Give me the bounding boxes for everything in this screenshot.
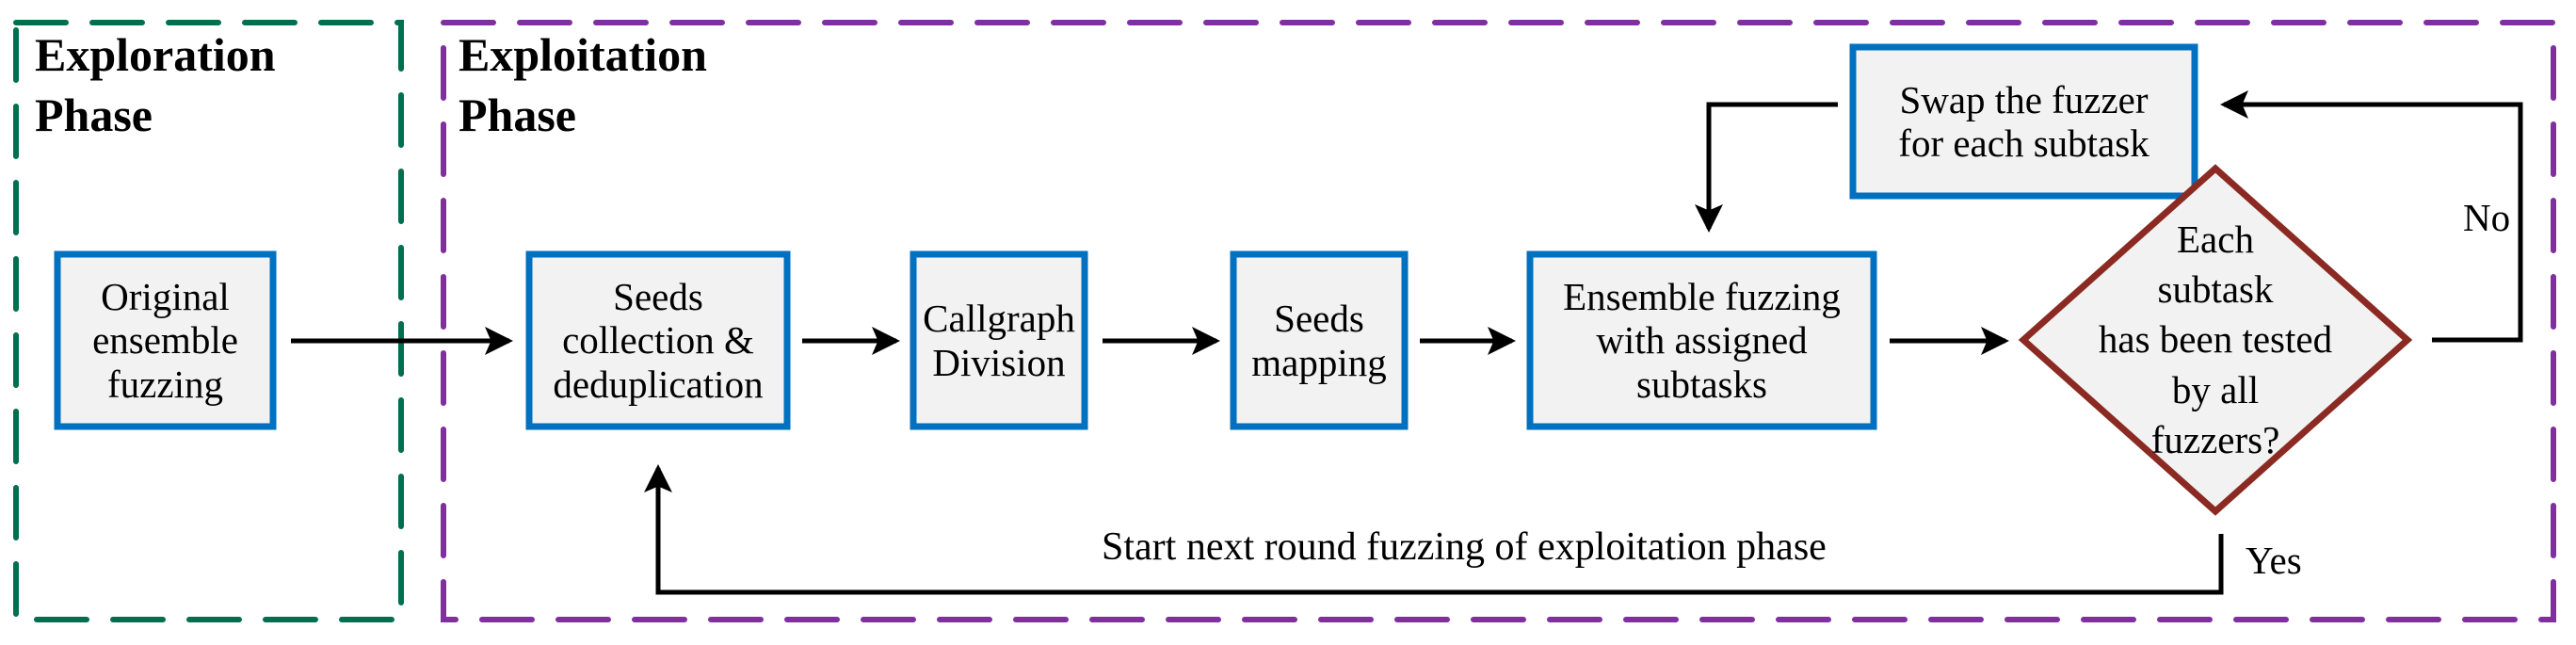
exploration-phase-title: Exploration Phase — [35, 28, 276, 141]
seeds-mapping-label: Seeds mapping — [1251, 297, 1387, 384]
arrow-swap-to-ensemble — [1695, 102, 1838, 234]
seeds-collection-label: Seeds collection & deduplication — [553, 275, 764, 406]
callgraph-division-label: Callgraph Division — [923, 297, 1075, 384]
no-branch-label: No — [2463, 196, 2511, 239]
original-ensemble-fuzzing-label: Original ensemble fuzzing — [92, 275, 238, 406]
exploitation-phase-title: Exploitation Phase — [459, 28, 707, 141]
decision-label: Each subtask has been tested by all fuzz… — [2098, 217, 2333, 461]
flowchart-canvas: Exploration Phase Exploitation Phase Ori… — [0, 0, 2576, 645]
loop-back-label: Start next round fuzzing of exploitation… — [1102, 525, 1827, 569]
yes-branch-label: Yes — [2246, 539, 2302, 582]
ensemble-fuzzing-label: Ensemble fuzzing with assigned subtasks — [1563, 275, 1841, 406]
